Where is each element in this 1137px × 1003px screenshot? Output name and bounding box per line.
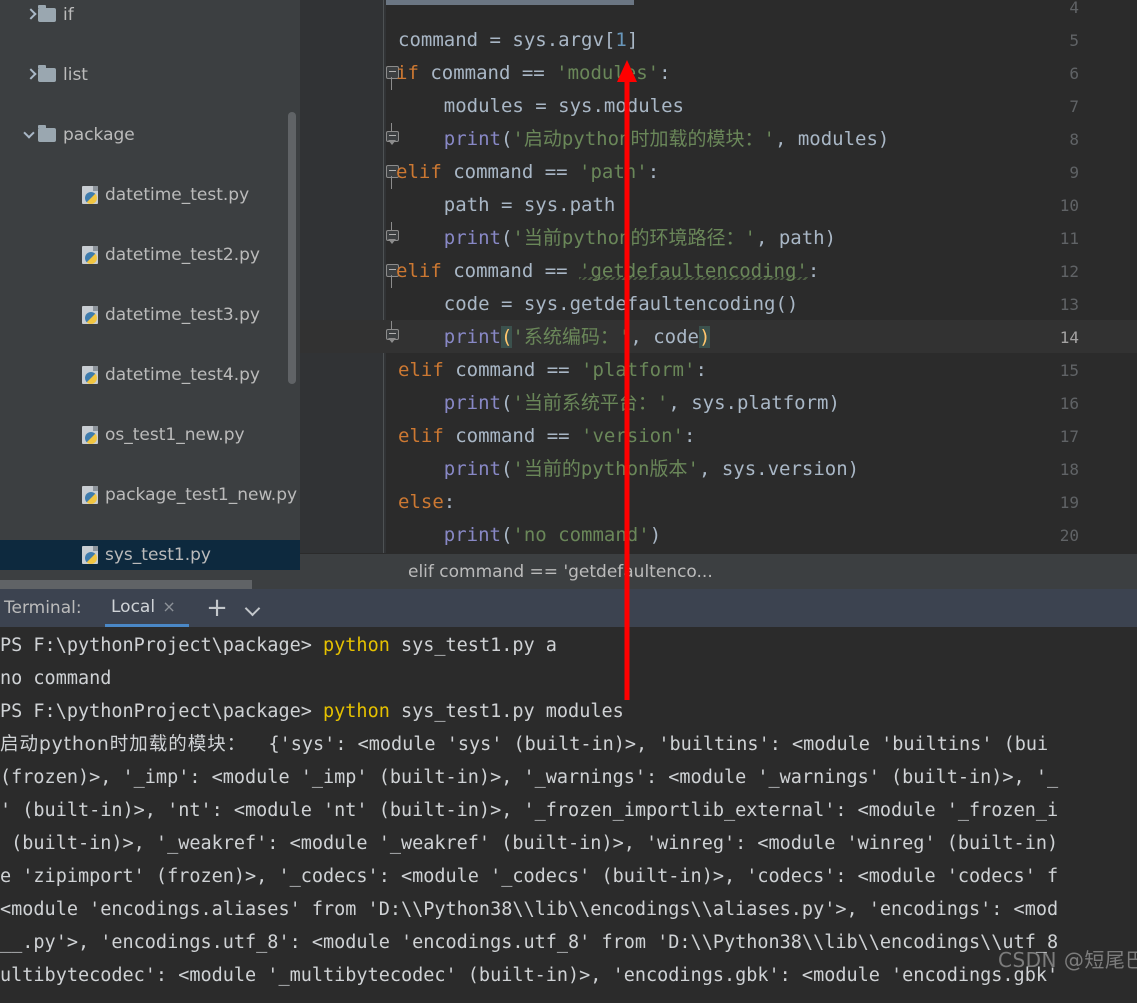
terminal-command: python (323, 701, 390, 722)
terminal-args: sys_test1.py modules (390, 701, 624, 722)
terminal-text: (built-in)>, '_weakref': <module '_weakr… (0, 833, 1058, 854)
tree-item-os-test1-new[interactable]: os_test1_new.py (0, 420, 300, 450)
tree-item-label: list (63, 65, 88, 85)
terminal-prompt: PS F:\pythonProject\package> (0, 635, 323, 656)
terminal-line: ' (built-in)>, 'nt': <module 'nt' (built… (0, 794, 1058, 827)
tree-item-label: package (63, 125, 135, 145)
terminal-toolbar[interactable]: Terminal: Local× + (0, 589, 1137, 627)
terminal-line: PS F:\pythonProject\package> python sys_… (0, 629, 557, 662)
breadcrumb-text: elif command == 'getdefaultenco... (408, 554, 713, 590)
tree-item-sys-test1[interactable]: sys_test1.py (0, 540, 300, 570)
code-line: print('系统编码：', code) (398, 321, 710, 354)
code-line: print('no command') (398, 519, 661, 552)
terminal-text: ultibytecodec': <module '_multibytecodec… (0, 965, 1058, 986)
terminal-line: PS F:\pythonProject\package> python sys_… (0, 695, 624, 728)
code-line: print('当前python的环境路径：', path) (398, 222, 836, 255)
code-line: if command == 'modules': (396, 57, 671, 90)
terminal-tab-local[interactable]: Local× (105, 589, 177, 627)
terminal-command: python (323, 635, 390, 656)
tree-item-datetime-test[interactable]: datetime_test.py (0, 180, 300, 210)
terminal-text: ' (built-in)>, 'nt': <module 'nt' (built… (0, 800, 1058, 821)
chevron-right-icon[interactable] (24, 0, 38, 30)
python-file-icon (82, 186, 98, 204)
sidebar-vertical-scrollbar[interactable] (288, 112, 296, 384)
code-line: print('启动python时加载的模块：', modules) (398, 123, 889, 156)
tree-item-if[interactable]: if (0, 0, 300, 30)
chevron-down-icon[interactable] (24, 120, 38, 150)
terminal-args: sys_test1.py a (390, 635, 557, 656)
tree-item-list[interactable]: list (0, 60, 300, 90)
python-file-icon (82, 246, 98, 264)
terminal-text-cn: 启动python时加载的模块： (0, 734, 246, 755)
project-tree-panel[interactable]: if list package datetime_test.py datetim… (0, 0, 300, 589)
tree-item-label: if (63, 5, 74, 25)
sidebar-horizontal-scrollbar[interactable] (0, 580, 252, 589)
tree-item-label: os_test1_new.py (105, 425, 245, 445)
folder-icon (38, 8, 56, 22)
tree-item-label: sys_test1.py (105, 545, 211, 565)
terminal-line: no command (0, 662, 111, 695)
csdn-watermark: CSDN @短尾巴小鳄鱼 (998, 944, 1137, 973)
terminal-text: <module 'encodings.aliases' from 'D:\\Py… (0, 899, 1058, 920)
code-line: print('当前系统平台：', sys.platform) (398, 387, 840, 420)
code-line: elif command == 'version': (398, 420, 695, 453)
tree-item-label: datetime_test3.py (105, 305, 260, 325)
folder-icon (38, 128, 56, 142)
terminal-line: 启动python时加载的模块： {'sys': <module 'sys' (b… (0, 728, 1048, 761)
terminal-text: __.py'>, 'encodings.utf_8': <module 'enc… (0, 932, 1058, 953)
chevron-down-icon[interactable] (240, 589, 268, 627)
code-line: modules = sys.modules (398, 90, 684, 123)
terminal-line: ultibytecodec': <module '_multibytecodec… (0, 959, 1058, 992)
python-file-icon (82, 486, 98, 504)
terminal-text: e 'zipimport' (frozen)>, '_codecs': <mod… (0, 866, 1058, 887)
tree-item-package[interactable]: package (0, 120, 300, 150)
tree-item-label: package_test1_new.py (105, 485, 297, 505)
tree-item-datetime-test2[interactable]: datetime_test2.py (0, 240, 300, 270)
code-line: code = sys.getdefaultencoding() (398, 288, 798, 321)
python-file-icon (82, 306, 98, 324)
tree-item-label: datetime_test.py (105, 185, 249, 205)
python-file-icon (82, 366, 98, 384)
tree-item-label: datetime_test4.py (105, 365, 260, 385)
terminal-prompt: PS F:\pythonProject\package> (0, 701, 323, 722)
code-line: command = sys.argv[1] (398, 24, 638, 57)
tree-item-package-test1-new[interactable]: package_test1_new.py (0, 480, 300, 510)
terminal-text: (frozen)>, '_imp': <module '_imp' (built… (0, 767, 1058, 788)
code-line: elif command == 'getdefaultencoding': (396, 255, 819, 288)
terminal-line: (frozen)>, '_imp': <module '_imp' (built… (0, 761, 1058, 794)
code-text-area[interactable]: command = sys.argv[1] if command == 'mod… (398, 0, 1137, 553)
code-line: print('当前的python版本', sys.version) (398, 453, 859, 486)
tree-item-datetime-test4[interactable]: datetime_test4.py (0, 360, 300, 390)
tree-item-datetime-test3[interactable]: datetime_test3.py (0, 300, 300, 330)
terminal-line: e 'zipimport' (frozen)>, '_codecs': <mod… (0, 860, 1058, 893)
tree-item-label: datetime_test2.py (105, 245, 260, 265)
python-file-icon (82, 546, 98, 564)
terminal-text: no command (0, 668, 111, 689)
folder-icon (38, 68, 56, 82)
chevron-right-icon[interactable] (24, 60, 38, 90)
code-line: else: (398, 486, 455, 519)
add-terminal-button[interactable]: + (203, 589, 231, 627)
code-line: elif command == 'platform': (398, 354, 707, 387)
terminal-line: __.py'>, 'encodings.utf_8': <module 'enc… (0, 926, 1058, 959)
code-line: path = sys.path (398, 189, 615, 222)
editor-breadcrumb-bar[interactable]: elif command == 'getdefaultenco... (300, 553, 1137, 590)
python-file-icon (82, 426, 98, 444)
terminal-output[interactable]: PS F:\pythonProject\package> python sys_… (0, 627, 1137, 1003)
terminal-line: (built-in)>, '_weakref': <module '_weakr… (0, 827, 1058, 860)
code-editor[interactable]: 4 5 6 7 8 9 10 11 12 13 14 15 16 17 18 1… (300, 0, 1137, 589)
terminal-text: {'sys': <module 'sys' (built-in)>, 'buil… (246, 734, 1048, 755)
terminal-line: <module 'encodings.aliases' from 'D:\\Py… (0, 893, 1058, 926)
close-icon[interactable]: × (161, 589, 177, 625)
code-line: elif command == 'path': (396, 156, 659, 189)
terminal-tab-label: Local (105, 589, 161, 625)
terminal-label: Terminal: (4, 589, 82, 627)
editor-gutter[interactable] (300, 0, 386, 553)
